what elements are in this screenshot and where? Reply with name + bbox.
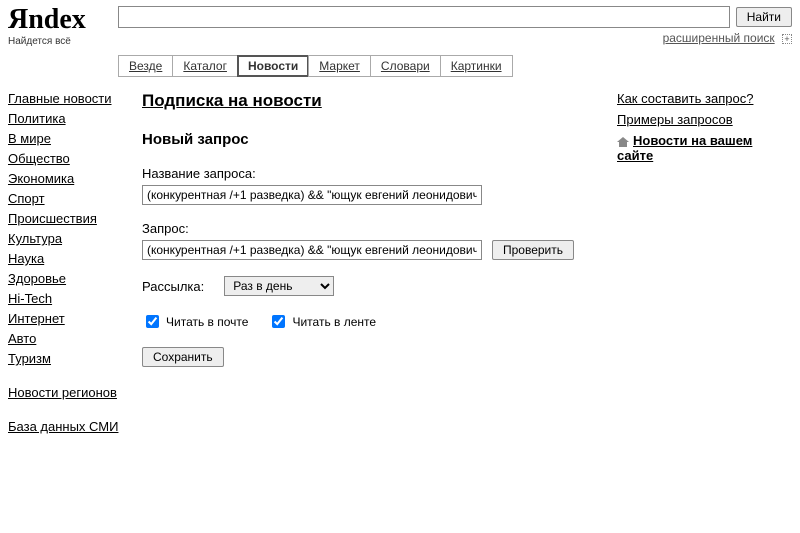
read-mail-checkbox[interactable] (146, 315, 159, 328)
plus-icon[interactable]: + (782, 34, 792, 44)
tab-images[interactable]: Картинки (440, 55, 513, 77)
sidebar-item-society[interactable]: Общество (8, 151, 70, 166)
query-name-label: Название запроса: (142, 166, 605, 181)
advanced-search-link[interactable]: расширенный поиск (663, 31, 775, 45)
read-mail-label: Читать в почте (166, 315, 248, 329)
tab-catalog[interactable]: Каталог (172, 55, 238, 77)
sidebar-item-culture[interactable]: Культура (8, 231, 62, 246)
sidebar-item-science[interactable]: Наука (8, 251, 44, 266)
sidebar-item-economy[interactable]: Экономика (8, 171, 74, 186)
sidebar-item-hitech[interactable]: Hi-Tech (8, 291, 52, 306)
read-feed-checkbox[interactable] (272, 315, 285, 328)
sidebar-item-media-db[interactable]: База данных СМИ (8, 419, 118, 434)
news-on-site-link[interactable]: Новости на вашем сайте (617, 133, 792, 163)
howto-link[interactable]: Как составить запрос? (617, 91, 792, 106)
logo: Яndex Найдется всё (8, 6, 108, 47)
sidebar-item-regions[interactable]: Новости регионов (8, 385, 117, 400)
query-input[interactable] (142, 240, 482, 260)
sidebar: Главные новости Политика В мире Общество… (8, 91, 126, 439)
read-feed-label: Читать в ленте (292, 315, 376, 329)
read-mail-option[interactable]: Читать в почте (142, 312, 248, 331)
frequency-label: Рассылка: (142, 279, 204, 294)
right-links: Как составить запрос? Примеры запросов Н… (617, 91, 792, 439)
search-button[interactable]: Найти (736, 7, 792, 27)
tab-everywhere[interactable]: Везде (118, 55, 173, 77)
search-input[interactable] (118, 6, 730, 28)
tab-news[interactable]: Новости (237, 55, 309, 77)
sidebar-item-main-news[interactable]: Главные новости (8, 91, 112, 106)
sidebar-item-incidents[interactable]: Происшествия (8, 211, 97, 226)
home-icon (617, 137, 629, 147)
query-label: Запрос: (142, 221, 605, 236)
check-button[interactable]: Проверить (492, 240, 574, 260)
sidebar-item-politics[interactable]: Политика (8, 111, 66, 126)
sidebar-item-internet[interactable]: Интернет (8, 311, 65, 326)
tab-market[interactable]: Маркет (308, 55, 371, 77)
examples-link[interactable]: Примеры запросов (617, 112, 792, 127)
sidebar-item-world[interactable]: В мире (8, 131, 51, 146)
page-title[interactable]: Подписка на новости (142, 91, 322, 111)
section-title: Новый запрос (142, 131, 605, 148)
news-on-site-label: Новости на вашем сайте (617, 133, 752, 163)
sidebar-item-auto[interactable]: Авто (8, 331, 36, 346)
read-feed-option[interactable]: Читать в ленте (268, 312, 376, 331)
logo-tagline: Найдется всё (8, 36, 108, 47)
tab-dictionaries[interactable]: Словари (370, 55, 441, 77)
save-button[interactable]: Сохранить (142, 347, 224, 367)
query-name-input[interactable] (142, 185, 482, 205)
sidebar-item-sport[interactable]: Спорт (8, 191, 45, 206)
frequency-select[interactable]: Раз в день (224, 276, 334, 296)
sidebar-item-tourism[interactable]: Туризм (8, 351, 51, 366)
tabs: Везде Каталог Новости Маркет Словари Кар… (118, 55, 792, 77)
logo-text: Яndex (8, 6, 108, 34)
sidebar-item-health[interactable]: Здоровье (8, 271, 66, 286)
